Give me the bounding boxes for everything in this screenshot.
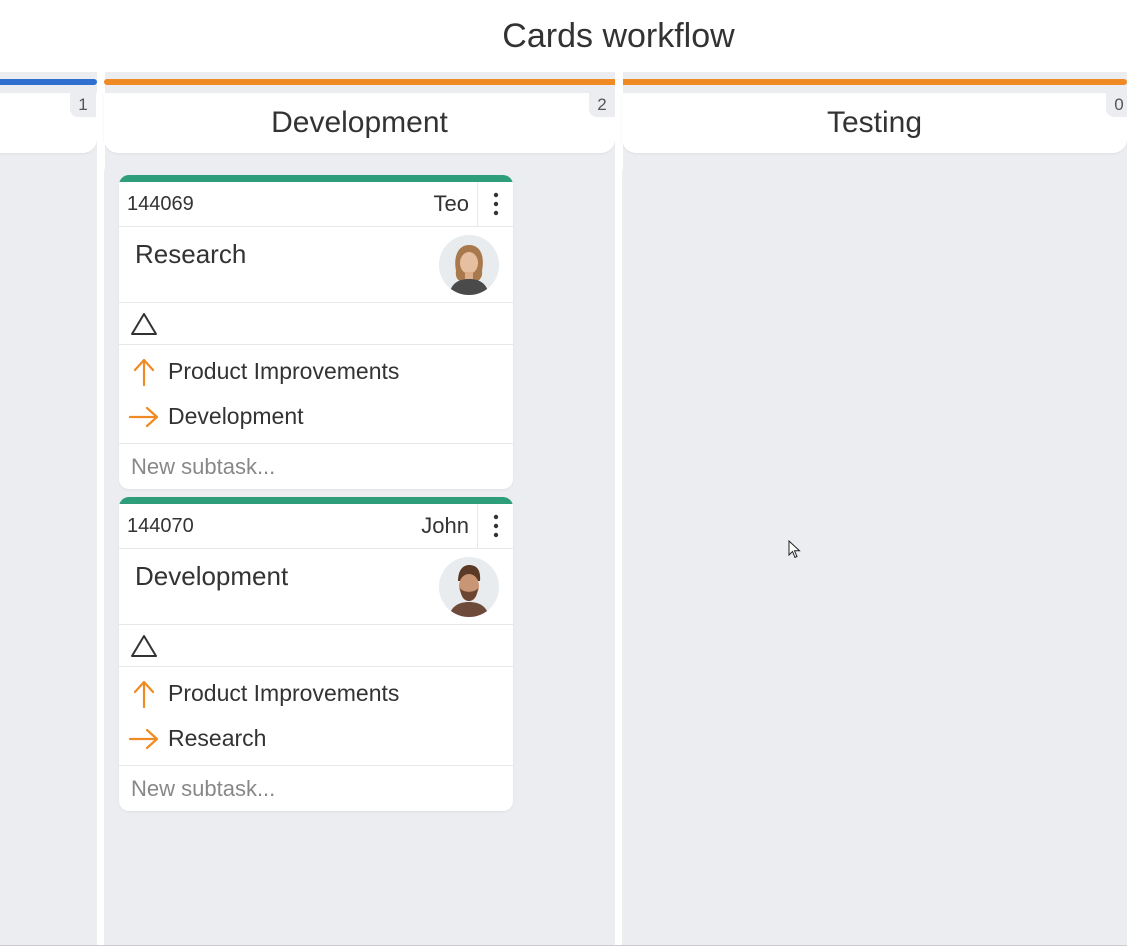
column-body[interactable]: 144069 Teo Research Product Improvements…	[104, 161, 615, 946]
card-id[interactable]: 144069	[127, 193, 434, 216]
card-title[interactable]: Development	[135, 561, 288, 592]
card-links: Product Improvements Development	[119, 345, 513, 444]
arrow-right-icon	[129, 402, 159, 432]
card-id[interactable]: 144070	[127, 515, 421, 538]
column-header[interactable]: Testing	[622, 93, 1127, 153]
title-bar: Cards workflow	[0, 0, 1127, 72]
new-subtask-input[interactable]	[131, 775, 491, 802]
arrow-right-icon	[129, 724, 159, 754]
column-title: Testing	[826, 106, 923, 139]
card-body[interactable]: Research	[119, 227, 513, 303]
page-title: Cards workflow	[502, 16, 735, 55]
column-header[interactable]: Development	[104, 93, 615, 153]
new-subtask-field[interactable]	[119, 766, 513, 811]
card-priority[interactable]	[119, 625, 513, 667]
card-menu-button[interactable]	[477, 504, 513, 548]
app-window: Cards workflow 1 Development 2 144069 Te…	[0, 0, 1127, 946]
column-card-count: 1	[70, 93, 96, 117]
arrow-up-icon	[129, 679, 159, 709]
female-avatar[interactable]	[439, 235, 499, 295]
column-body[interactable]	[622, 161, 1127, 946]
related-link-label: Research	[168, 725, 267, 751]
column-testing: Testing 0	[622, 72, 1127, 946]
arrow-up-icon	[129, 357, 159, 387]
column-card-count: 2	[589, 93, 615, 117]
column-accent-bar	[0, 79, 97, 85]
related-link[interactable]: Development	[119, 394, 513, 439]
card-priority[interactable]	[119, 303, 513, 345]
vertical-dots-icon	[493, 514, 498, 538]
new-subtask-field[interactable]	[119, 444, 513, 489]
new-subtask-input[interactable]	[131, 453, 491, 480]
parent-link-label: Product Improvements	[168, 358, 400, 384]
card-status-stripe	[119, 175, 513, 182]
column-body[interactable]	[0, 161, 97, 946]
avatar-image	[439, 235, 499, 295]
card-body[interactable]: Development	[119, 549, 513, 625]
task-card[interactable]: 144070 John Development Product Improvem…	[119, 497, 513, 811]
mouse-cursor-icon	[788, 540, 801, 559]
related-link[interactable]: Research	[119, 716, 513, 761]
parent-link[interactable]: Product Improvements	[119, 671, 513, 716]
parent-link[interactable]: Product Improvements	[119, 349, 513, 394]
vertical-dots-icon	[493, 192, 498, 216]
card-menu-button[interactable]	[477, 182, 513, 226]
card-header: 144069 Teo	[119, 182, 513, 227]
card-owner[interactable]: John	[421, 513, 469, 539]
column-card-count: 0	[1106, 93, 1127, 117]
triangle-outline-icon	[131, 312, 157, 335]
column-title: Development	[271, 106, 448, 139]
card-status-stripe	[119, 497, 513, 504]
triangle-outline-icon	[131, 634, 157, 657]
parent-link-label: Product Improvements	[168, 680, 400, 706]
card-header: 144070 John	[119, 504, 513, 549]
kanban-board: 1 Development 2 144069 Teo Research Prod…	[0, 72, 1127, 946]
related-link-label: Development	[168, 403, 304, 429]
card-title[interactable]: Research	[135, 239, 246, 270]
avatar-image	[439, 557, 499, 617]
task-card[interactable]: 144069 Teo Research Product Improvements…	[119, 175, 513, 489]
column-development: Development 2 144069 Teo Research Produc…	[104, 72, 1127, 946]
card-links: Product Improvements Research	[119, 667, 513, 766]
male-avatar[interactable]	[439, 557, 499, 617]
column-backlog: 1	[0, 72, 97, 946]
card-owner[interactable]: Teo	[434, 191, 469, 217]
